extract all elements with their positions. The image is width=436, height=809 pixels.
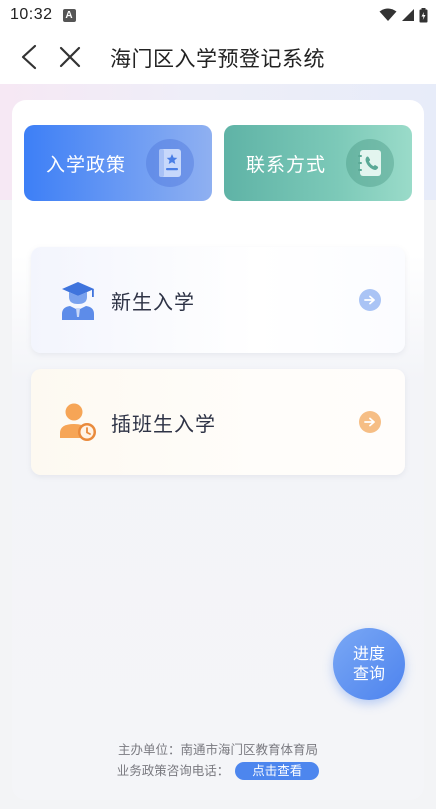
progress-query-button[interactable]: 进度 查询 [333, 628, 405, 700]
new-student-enrollment-card[interactable]: 新生入学 [31, 247, 405, 353]
tile-label: 入学政策 [46, 153, 127, 176]
arrow-right-icon[interactable] [359, 289, 381, 311]
tile-icon-background [346, 139, 394, 187]
close-icon[interactable] [57, 44, 83, 70]
tile-icon-background [146, 139, 194, 187]
status-icons [379, 7, 428, 23]
transfer-student-clock-icon [60, 403, 96, 441]
hotline-label: 业务政策咨询电话： [116, 763, 230, 778]
policy-document-icon [159, 149, 181, 177]
signal-icon [402, 9, 414, 21]
tile-label: 联系方式 [246, 153, 327, 176]
enrollment-policy-tile[interactable]: 入学政策 [24, 125, 212, 201]
footer: 主办单位：南通市海门区教育体育局 业务政策咨询电话： 点击查看 [0, 740, 436, 782]
view-hotline-button[interactable]: 点击查看 [235, 762, 320, 780]
contact-info-tile[interactable]: 联系方式 [224, 125, 412, 201]
progress-query-line1: 进度 [352, 644, 385, 663]
back-arrow-icon[interactable] [18, 44, 42, 70]
notification-a-icon: A [62, 8, 76, 22]
arrow-right-icon[interactable] [359, 411, 381, 433]
phone-book-icon [358, 150, 381, 176]
entry-label: 插班生入学 [111, 412, 216, 436]
progress-query-line2: 查询 [352, 664, 385, 683]
entry-label: 新生入学 [111, 290, 195, 314]
organizer-text: 主办单位：南通市海门区教育体育局 [117, 742, 318, 757]
battery-icon [419, 7, 428, 22]
wifi-icon [379, 8, 397, 21]
graduate-student-icon [62, 282, 94, 320]
page-title: 海门区入学预登记系统 [110, 47, 325, 71]
status-time: 10:32 [10, 6, 53, 23]
status-bar: 10:32 A [0, 0, 436, 30]
hotline-row: 业务政策咨询电话： 点击查看 [0, 760, 436, 782]
transfer-student-enrollment-card[interactable]: 插班生入学 [31, 369, 405, 475]
title-bar: 海门区入学预登记系统 [0, 30, 436, 84]
